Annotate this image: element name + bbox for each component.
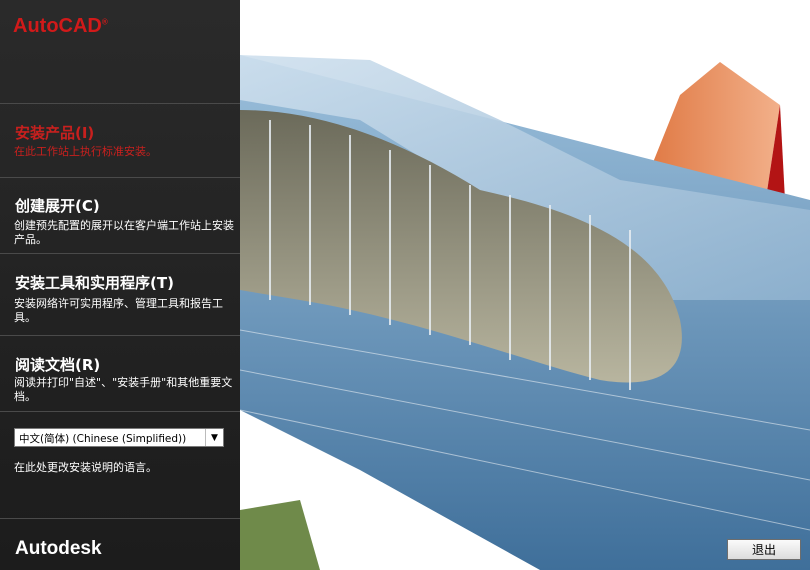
menu-create-deployments[interactable]: 创建展开(C) 创建预先配置的展开以在客户端工作站上安装产品。 bbox=[0, 178, 240, 253]
menu-desc: 创建预先配置的展开以在客户端工作站上安装产品。 bbox=[14, 219, 234, 246]
left-panel: AutoCAD® 安装产品(I) 在此工作站上执行标准安装。 创建展开(C) 创… bbox=[0, 0, 240, 570]
hero-image bbox=[240, 0, 810, 570]
divider bbox=[0, 518, 240, 519]
divider bbox=[0, 411, 240, 412]
menu-desc: 安装网络许可实用程序、管理工具和报告工具。 bbox=[14, 297, 223, 324]
language-select[interactable]: 中文(简体) (Chinese (Simplified)) ▼ bbox=[14, 428, 224, 447]
building-illustration bbox=[240, 55, 810, 570]
chevron-down-icon[interactable]: ▼ bbox=[205, 429, 223, 446]
menu-title: 创建展开(C) bbox=[15, 197, 100, 215]
language-note: 在此处更改安装说明的语言。 bbox=[14, 461, 157, 474]
menu-title: 安装工具和实用程序(T) bbox=[15, 274, 174, 292]
menu-read-documentation[interactable]: 阅读文档(R) 阅读并打印"自述"、"安装手册"和其他重要文档。 bbox=[0, 336, 240, 411]
autocad-logo: AutoCAD® bbox=[13, 15, 108, 37]
language-select-value: 中文(简体) (Chinese (Simplified)) bbox=[19, 433, 187, 445]
menu-install-products[interactable]: 安装产品(I) 在此工作站上执行标准安装。 bbox=[0, 104, 240, 177]
menu-install-tools[interactable]: 安装工具和实用程序(T) 安装网络许可实用程序、管理工具和报告工具。 bbox=[0, 254, 240, 335]
menu-desc: 阅读并打印"自述"、"安装手册"和其他重要文档。 bbox=[14, 376, 233, 403]
exit-button[interactable]: 退出 bbox=[727, 539, 801, 560]
menu-title: 阅读文档(R) bbox=[15, 356, 101, 374]
autodesk-brand: Autodesk bbox=[15, 538, 102, 559]
menu-desc: 在此工作站上执行标准安装。 bbox=[14, 145, 157, 158]
menu-title: 安装产品(I) bbox=[15, 124, 95, 142]
